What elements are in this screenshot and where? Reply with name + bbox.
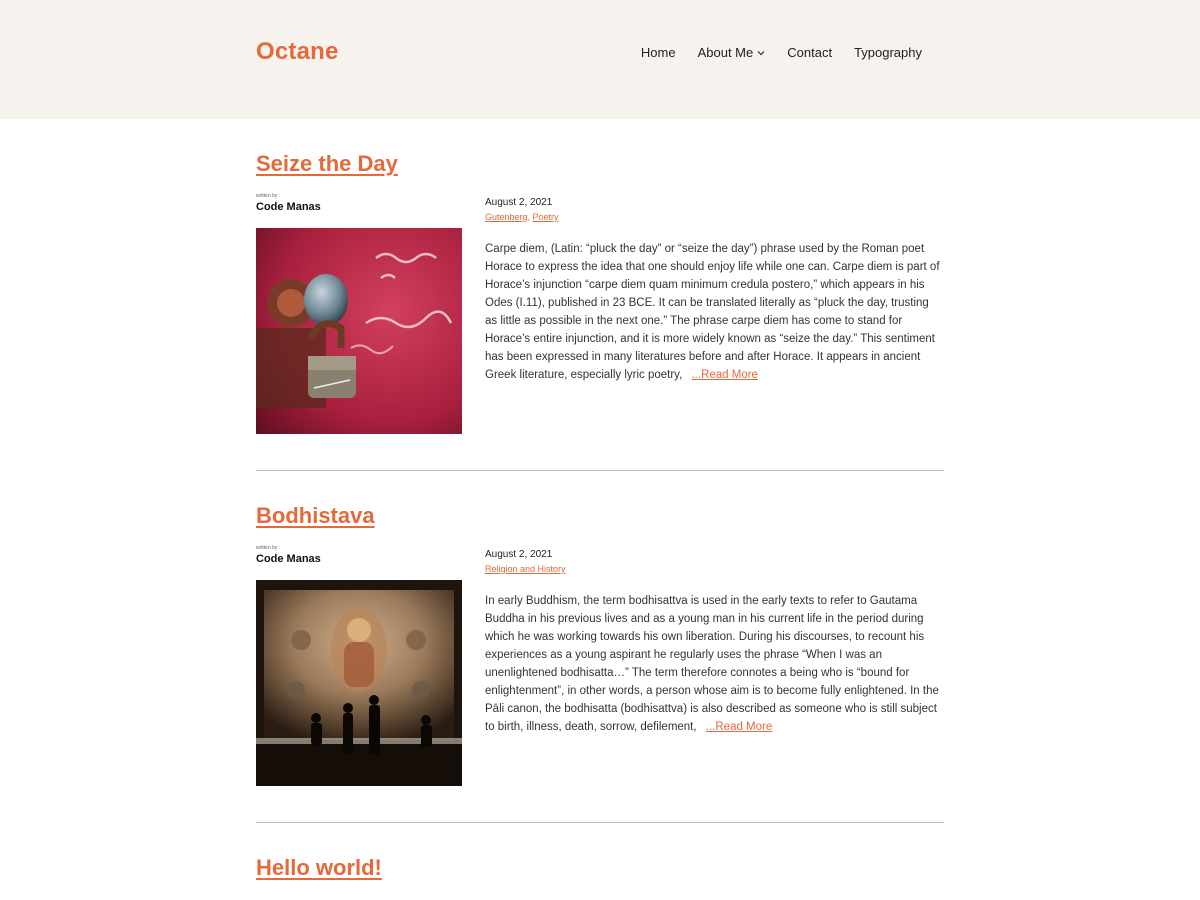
post-categories: Gutenberg, Poetry [485, 212, 944, 222]
nav-item-label: About Me [697, 45, 754, 60]
read-more-link[interactable]: ...Read More [706, 721, 772, 733]
post-title-link[interactable]: Hello world! [256, 823, 382, 881]
post-card: Hello world! [256, 823, 944, 881]
nav-item-typography[interactable]: Typography [854, 45, 922, 60]
post-thumbnail-museum-image[interactable] [256, 580, 462, 786]
nav-item-label: Contact [787, 45, 833, 60]
post-date: August 2, 2021 [485, 197, 553, 208]
post-title-link[interactable]: Bodhistava [256, 471, 375, 529]
post-excerpt: Carpe diem, (Latin: “pluck the day” or “… [485, 240, 944, 384]
site-logo[interactable]: Octane [256, 38, 339, 66]
post-excerpt-text: Carpe diem, (Latin: “pluck the day” or “… [485, 243, 940, 381]
post-list: Seize the Day written by : Code Manas Au… [256, 119, 944, 881]
main-nav: Home About Me Contact Typography [641, 45, 922, 60]
read-more-link[interactable]: ...Read More [691, 369, 757, 381]
category-link[interactable]: Poetry [533, 212, 559, 222]
post-excerpt: In early Buddhism, the term bodhisattva … [485, 592, 944, 736]
nav-item-label: Home [640, 45, 676, 60]
nav-item-home[interactable]: Home [641, 45, 676, 60]
post-categories: Religion and History [485, 564, 944, 574]
site-header: Octane Home About Me Contact Typography [0, 0, 1200, 119]
post-author: Code Manas [256, 201, 321, 213]
post-thumbnail-lock-image[interactable] [256, 228, 462, 434]
written-by-label: written by : [256, 193, 281, 199]
category-link[interactable]: Religion and History [485, 564, 566, 574]
written-by-label: written by : [256, 545, 281, 551]
nav-item-about-me[interactable]: About Me [698, 45, 766, 60]
post-card: Bodhistava written by : Code Manas Augus… [256, 471, 944, 823]
category-link[interactable]: Gutenberg [485, 212, 528, 222]
post-author: Code Manas [256, 553, 321, 565]
nav-item-label: Typography [854, 45, 922, 60]
nav-item-contact[interactable]: Contact [787, 45, 832, 60]
post-date: August 2, 2021 [485, 549, 553, 560]
chevron-down-icon [757, 50, 765, 55]
post-title-link[interactable]: Seize the Day [256, 119, 398, 177]
post-excerpt-text: In early Buddhism, the term bodhisattva … [485, 595, 939, 733]
post-card: Seize the Day written by : Code Manas Au… [256, 119, 944, 471]
